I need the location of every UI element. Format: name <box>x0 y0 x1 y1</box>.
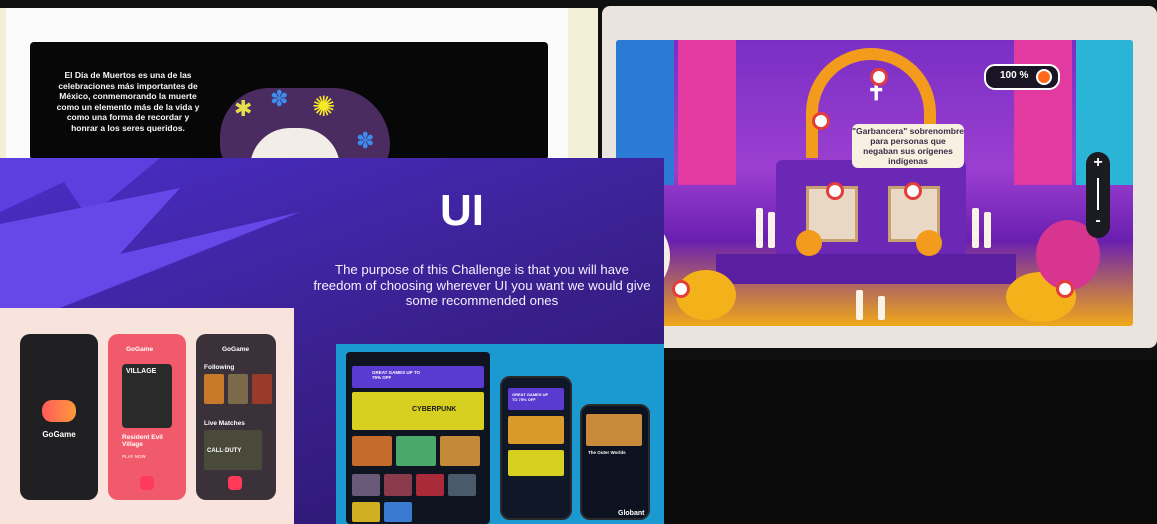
phone-home: GoGame Following Live Matches CALL·DUTY <box>196 334 276 500</box>
panel-a-topbar <box>0 0 598 8</box>
zigzag-decoration <box>0 188 300 308</box>
zoom-level-label: 100 % <box>1000 70 1029 81</box>
game-tile[interactable] <box>508 416 564 444</box>
game-tile[interactable] <box>352 474 380 496</box>
following-heading: Following <box>204 364 235 371</box>
live-match-card[interactable]: CALL·DUTY <box>204 430 262 470</box>
zoom-controls: + - <box>1086 152 1110 238</box>
altar-base <box>716 254 1016 284</box>
dia-de-muertos-panel: El Día de Muertos es una de las celebrac… <box>0 0 598 178</box>
header-title: GoGame <box>222 346 250 353</box>
store-banner[interactable]: GREAT GAMES UP TO 75% OFF <box>508 388 564 410</box>
phone-game-screen: The Outer Worlds <box>580 404 650 520</box>
nav-button[interactable] <box>228 476 242 490</box>
game-tile[interactable] <box>352 436 392 466</box>
game-cover[interactable] <box>586 414 642 446</box>
hotspot-pin[interactable] <box>1056 280 1074 298</box>
gogame-mobile-mockup: GoGame GoGame VILLAGE Resident Evil Vill… <box>0 308 294 524</box>
game-tile[interactable] <box>416 474 444 496</box>
altar-game-panel: ✝ "Garbancera" sobrenombre para personas… <box>598 0 1157 360</box>
live-match-art: CALL·DUTY <box>207 448 242 454</box>
slide-description: The purpose of this Challenge is that yo… <box>313 262 651 308</box>
candle <box>878 296 885 320</box>
flower-icon: ✺ <box>312 91 336 122</box>
hotspot-pin[interactable] <box>870 68 888 86</box>
cover-art-text: VILLAGE <box>126 368 157 375</box>
altar-game-screen: ✝ "Garbancera" sobrenombre para personas… <box>616 40 1133 326</box>
papel-picado-banner <box>678 40 736 185</box>
game-tile[interactable] <box>396 436 436 466</box>
slide-title: UI <box>440 186 484 235</box>
game-tile[interactable] <box>440 436 480 466</box>
flower-icon: ✽ <box>270 88 289 111</box>
altar-tooltip: "Garbancera" sobrenombre para personas q… <box>852 124 964 168</box>
game-cover: VILLAGE <box>122 364 172 428</box>
play-now-link[interactable]: PLAY NOW <box>122 454 146 459</box>
hotspot-pin[interactable] <box>904 182 922 200</box>
game-tile[interactable] <box>508 450 564 476</box>
live-matches-heading: Live Matches <box>204 420 245 427</box>
phone-game-detail: GoGame VILLAGE Resident Evil Village PLA… <box>108 334 186 500</box>
candle <box>972 208 979 248</box>
banner-text: GREAT GAMES UP TO 75% OFF <box>512 392 549 402</box>
banner-text: GREAT GAMES UP TO 75% OFF <box>372 370 421 380</box>
hotspot-pin[interactable] <box>812 112 830 130</box>
zoom-out-button[interactable]: - <box>1086 212 1110 230</box>
marigold <box>916 230 942 256</box>
zoom-level-toggle[interactable]: 100 % <box>984 64 1060 90</box>
dia-description: El Día de Muertos es una de las celebrac… <box>56 70 200 133</box>
phone-splash: GoGame <box>20 334 98 500</box>
nav-button[interactable] <box>140 476 154 490</box>
featured-game-title: CYBERPUNK <box>412 406 457 413</box>
game-tile[interactable] <box>384 474 412 496</box>
candle <box>984 212 991 248</box>
splash-title: GoGame <box>42 430 76 439</box>
flower-icon: ✱ <box>234 96 253 121</box>
candle <box>756 208 763 248</box>
marigold <box>796 230 822 256</box>
zoom-in-button[interactable]: + <box>1086 154 1110 172</box>
zoom-slider-track[interactable] <box>1097 178 1099 210</box>
game-tile[interactable] <box>384 502 412 522</box>
featured-game-banner[interactable]: CYBERPUNK <box>352 392 484 430</box>
desktop-store-screen: GREAT GAMES UP TO 75% OFF CYBERPUNK <box>346 352 490 524</box>
ui-challenge-slide: UI The purpose of this Challenge is that… <box>0 158 664 524</box>
game-thumb[interactable] <box>252 374 272 404</box>
gamepad-logo-icon <box>42 400 76 422</box>
store-banner[interactable]: GREAT GAMES UP TO 75% OFF <box>352 366 484 388</box>
phone-store-screen: GREAT GAMES UP TO 75% OFF <box>500 376 572 520</box>
hotspot-pin[interactable] <box>826 182 844 200</box>
header-title: GoGame <box>126 346 154 353</box>
toggle-knob-icon <box>1036 69 1052 85</box>
hotspot-pin[interactable] <box>672 280 690 298</box>
game-tile[interactable] <box>352 502 380 522</box>
game-name: Resident Evil Village <box>122 434 163 448</box>
game-tile[interactable] <box>448 474 476 496</box>
papel-picado-banner <box>1014 40 1072 185</box>
game-store-mockup: GREAT GAMES UP TO 75% OFF CYBERPUNK GREA… <box>336 344 664 524</box>
game-thumb[interactable] <box>204 374 224 404</box>
brand-logo: Globant <box>618 510 645 517</box>
candle <box>768 212 775 248</box>
candle <box>856 290 863 320</box>
phone-game-title: The Outer Worlds <box>588 450 626 455</box>
flower-icon: ✽ <box>356 128 375 153</box>
game-thumb[interactable] <box>228 374 248 404</box>
